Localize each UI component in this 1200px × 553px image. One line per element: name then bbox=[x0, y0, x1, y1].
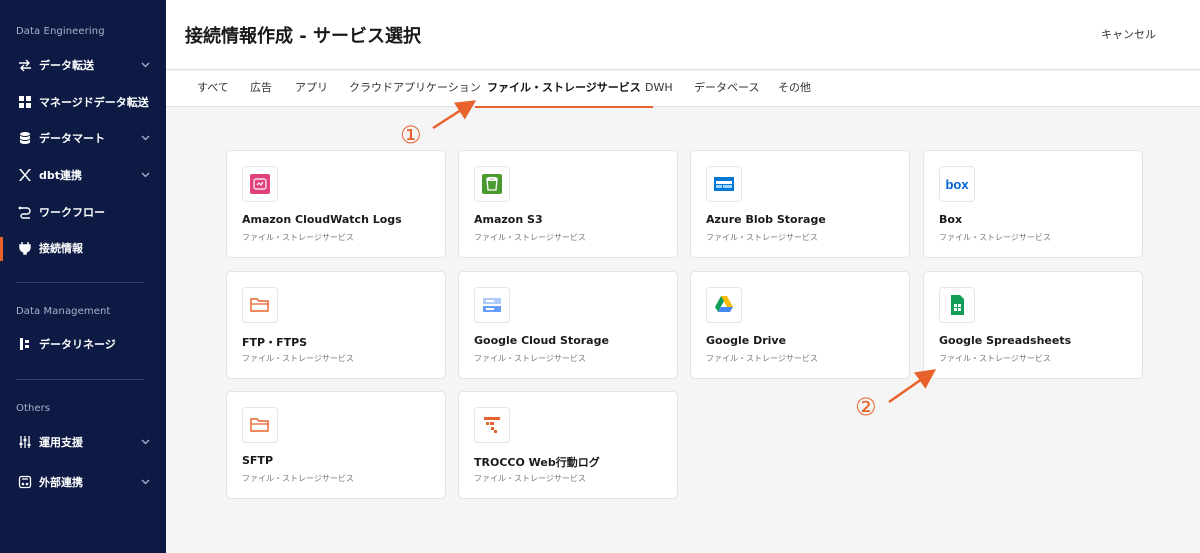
sidebar-divider bbox=[16, 379, 144, 380]
service-card-cloudwatch[interactable]: Amazon CloudWatch Logs ファイル・ストレージサービス bbox=[226, 150, 446, 258]
service-name: Google Drive bbox=[706, 334, 787, 347]
sidebar-item-label: dbt連携 bbox=[39, 169, 83, 182]
external-link-icon bbox=[18, 475, 32, 489]
annotation-label-1: ① bbox=[400, 121, 422, 149]
sidebar-item-label: データ転送 bbox=[39, 59, 94, 72]
service-category: ファイル・ストレージサービス bbox=[939, 233, 1051, 242]
service-name: TROCCO Web行動ログ bbox=[474, 456, 600, 469]
sidebar-section-data-management: Data Management bbox=[16, 306, 111, 317]
service-card-trocco-web-log[interactable]: TROCCO Web行動ログ ファイル・ストレージサービス bbox=[458, 391, 678, 499]
google-drive-icon bbox=[706, 287, 742, 323]
service-name: Azure Blob Storage bbox=[706, 213, 826, 226]
s3-bucket-icon bbox=[474, 166, 510, 202]
service-category: ファイル・ストレージサービス bbox=[939, 354, 1051, 363]
tab-others[interactable]: その他 bbox=[778, 71, 811, 107]
service-category: ファイル・ストレージサービス bbox=[242, 233, 354, 242]
sidebar-section-data-engineering: Data Engineering bbox=[16, 26, 105, 37]
database-icon bbox=[18, 131, 32, 145]
dbt-icon bbox=[18, 168, 32, 182]
sidebar-item-label: 運用支援 bbox=[39, 436, 83, 449]
tab-apps[interactable]: アプリ bbox=[295, 71, 328, 107]
service-name: Amazon S3 bbox=[474, 213, 543, 226]
service-card-ftp[interactable]: FTP・FTPS ファイル・ストレージサービス bbox=[226, 271, 446, 379]
annotation-label-2: ② bbox=[855, 393, 877, 421]
service-category: ファイル・ストレージサービス bbox=[474, 354, 586, 363]
category-tabs: すべて 広告 アプリ クラウドアプリケーション ファイル・ストレージサービス D… bbox=[166, 71, 1200, 108]
chevron-down-icon bbox=[141, 479, 150, 485]
grid-icon bbox=[18, 95, 32, 109]
sidebar-section-others: Others bbox=[16, 403, 51, 414]
service-name: FTP・FTPS bbox=[242, 336, 308, 349]
sidebar-item-operations[interactable]: 運用支援 bbox=[0, 428, 166, 456]
arrows-transfer-icon bbox=[18, 58, 32, 72]
chevron-down-icon bbox=[141, 439, 150, 445]
service-card-google-sheets[interactable]: Google Spreadsheets ファイル・ストレージサービス bbox=[923, 271, 1143, 379]
tab-ads[interactable]: 広告 bbox=[250, 71, 272, 107]
service-category: ファイル・ストレージサービス bbox=[474, 233, 586, 242]
sidebar-item-workflow[interactable]: ワークフロー bbox=[0, 198, 166, 226]
sidebar-item-external[interactable]: 外部連携 bbox=[0, 468, 166, 496]
service-card-gcs[interactable]: Google Cloud Storage ファイル・ストレージサービス bbox=[458, 271, 678, 379]
chevron-down-icon bbox=[141, 135, 150, 141]
sidebar-item-label: ワークフロー bbox=[39, 206, 105, 219]
sidebar-item-label: データリネージ bbox=[39, 338, 116, 351]
service-category: ファイル・ストレージサービス bbox=[706, 233, 818, 242]
service-category: ファイル・ストレージサービス bbox=[706, 354, 818, 363]
cloudwatch-icon bbox=[242, 166, 278, 202]
chevron-down-icon bbox=[141, 62, 150, 68]
sidebar-divider bbox=[16, 282, 144, 283]
service-category: ファイル・ストレージサービス bbox=[242, 354, 354, 363]
gcs-icon bbox=[474, 287, 510, 323]
service-card-sftp[interactable]: SFTP ファイル・ストレージサービス bbox=[226, 391, 446, 499]
tab-dwh[interactable]: DWH bbox=[645, 71, 673, 107]
chevron-down-icon bbox=[141, 172, 150, 178]
sliders-icon bbox=[18, 435, 32, 449]
service-category: ファイル・ストレージサービス bbox=[474, 474, 586, 483]
sidebar: Data Engineering データ転送 マネージドデータ転送 データマート… bbox=[0, 0, 166, 553]
workflow-icon bbox=[18, 205, 32, 219]
service-card-google-drive[interactable]: Google Drive ファイル・ストレージサービス bbox=[690, 271, 910, 379]
service-card-s3[interactable]: Amazon S3 ファイル・ストレージサービス bbox=[458, 150, 678, 258]
service-name: Amazon CloudWatch Logs bbox=[242, 213, 402, 226]
page-title: 接続情報作成 - サービス選択 bbox=[185, 26, 422, 47]
sidebar-item-datamart[interactable]: データマート bbox=[0, 124, 166, 152]
sidebar-item-label: データマート bbox=[39, 132, 105, 145]
sidebar-item-lineage[interactable]: データリネージ bbox=[0, 330, 166, 358]
page-header: 接続情報作成 - サービス選択 キャンセル bbox=[166, 0, 1200, 70]
google-sheets-icon bbox=[939, 287, 975, 323]
service-category: ファイル・ストレージサービス bbox=[242, 474, 354, 483]
sidebar-item-label: 外部連携 bbox=[39, 476, 83, 489]
folder-icon bbox=[242, 407, 278, 443]
trocco-icon bbox=[474, 407, 510, 443]
plug-icon bbox=[18, 241, 32, 255]
sidebar-item-connections[interactable]: 接続情報 bbox=[0, 234, 166, 262]
sidebar-item-label: 接続情報 bbox=[39, 242, 83, 255]
tab-all[interactable]: すべて bbox=[197, 71, 229, 107]
sidebar-item-dbt[interactable]: dbt連携 bbox=[0, 161, 166, 189]
service-card-box[interactable]: box Box ファイル・ストレージサービス bbox=[923, 150, 1143, 258]
tab-database[interactable]: データベース bbox=[694, 71, 759, 107]
service-name: Google Spreadsheets bbox=[939, 334, 1072, 347]
cancel-button[interactable]: キャンセル bbox=[1101, 26, 1156, 42]
tab-cloud-apps[interactable]: クラウドアプリケーション bbox=[349, 71, 481, 107]
service-name: Box bbox=[939, 213, 963, 226]
service-name: Google Cloud Storage bbox=[474, 334, 609, 347]
box-logo-text: box bbox=[945, 176, 969, 192]
sidebar-item-label: マネージドデータ転送 bbox=[39, 96, 149, 109]
box-logo-icon: box bbox=[939, 166, 975, 202]
service-name: SFTP bbox=[242, 454, 274, 467]
sidebar-item-data-transfer[interactable]: データ転送 bbox=[0, 51, 166, 79]
lineage-icon bbox=[18, 337, 32, 351]
tab-file-storage[interactable]: ファイル・ストレージサービス bbox=[475, 71, 653, 108]
service-card-azure-blob[interactable]: Azure Blob Storage ファイル・ストレージサービス bbox=[690, 150, 910, 258]
azure-blob-icon bbox=[706, 166, 742, 202]
folder-icon bbox=[242, 287, 278, 323]
sidebar-item-managed-transfer[interactable]: マネージドデータ転送 bbox=[0, 88, 166, 116]
